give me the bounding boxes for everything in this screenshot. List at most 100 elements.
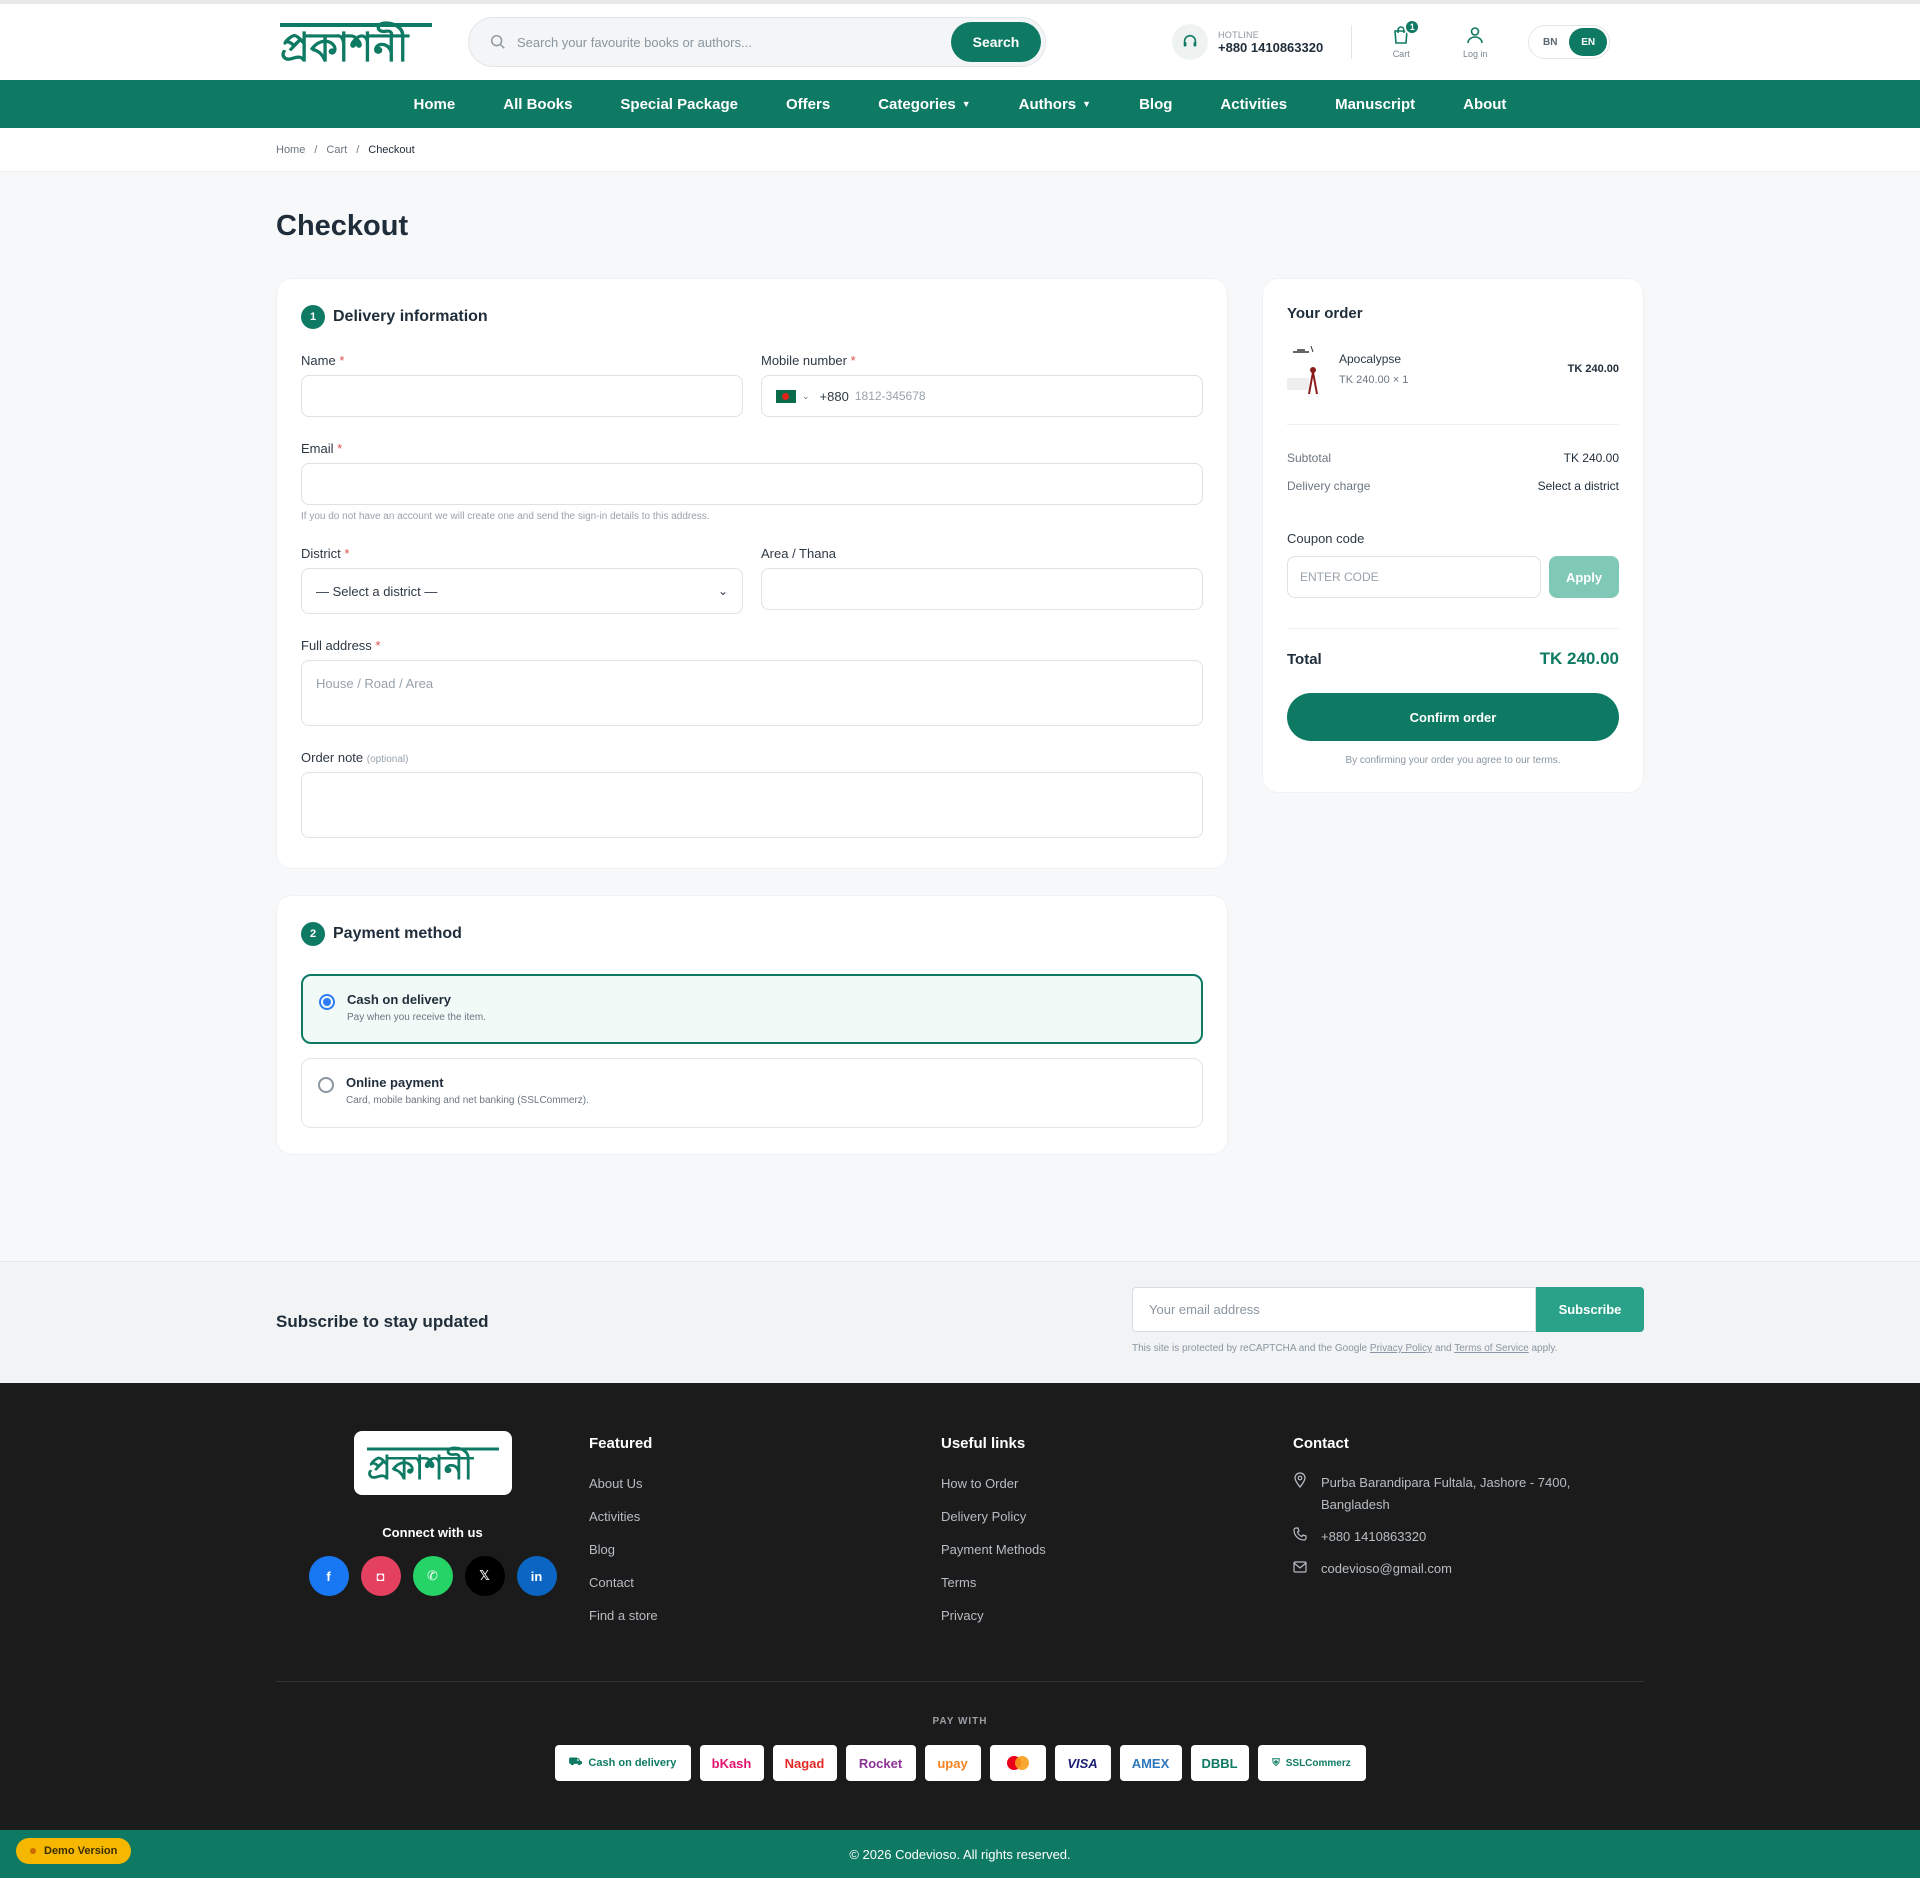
total-value: TK 240.00: [1539, 649, 1619, 668]
footer-link[interactable]: Payment Methods: [941, 1542, 1293, 1557]
chevron-down-icon: ▼: [1082, 99, 1092, 109]
hotline[interactable]: HOTLINE +880 1410863320: [1172, 24, 1323, 60]
payment-card: 2 Payment method Cash on delivery Pay whe…: [276, 895, 1228, 1155]
nav-special-package[interactable]: Special Package: [620, 96, 738, 113]
delivery-title: Delivery information: [333, 308, 488, 325]
address-field[interactable]: House / Road / Area: [301, 660, 1203, 726]
footer-link[interactable]: Terms: [941, 1575, 1293, 1590]
nav-blog[interactable]: Blog: [1139, 96, 1172, 113]
login-button[interactable]: Log in: [1450, 25, 1500, 59]
linkedin-icon[interactable]: in: [516, 1556, 557, 1596]
chevron-down-icon[interactable]: ⌄: [802, 391, 810, 402]
email-field[interactable]: [301, 463, 1203, 505]
subscribe-email-input[interactable]: Your email address: [1132, 1287, 1536, 1332]
svg-text:প্রকাশনী: প্রকাশনী: [367, 1446, 475, 1487]
search-button[interactable]: Search: [951, 22, 1041, 62]
terms-note: By confirming your order you agree to ou…: [1345, 755, 1561, 766]
headset-icon: [1172, 24, 1208, 60]
contact-phone[interactable]: +880 1410863320: [1293, 1526, 1613, 1548]
footer-link[interactable]: About Us: [589, 1476, 941, 1491]
subscribe-button[interactable]: Subscribe: [1536, 1287, 1644, 1332]
subtotal-value: TK 240.00: [1563, 451, 1619, 465]
footer-useful-title: Useful links: [941, 1435, 1026, 1452]
hotline-number: +880 1410863320: [1218, 39, 1324, 55]
divider: [276, 1681, 1644, 1682]
subtotal-label: Subtotal: [1287, 451, 1332, 465]
lang-en[interactable]: EN: [1569, 28, 1608, 56]
radio-unselected[interactable]: [318, 1077, 334, 1093]
demo-version-badge[interactable]: Demo Version: [16, 1838, 132, 1864]
contact-email[interactable]: codevioso@gmail.com: [1293, 1558, 1613, 1580]
x-icon[interactable]: 𝕏: [464, 1556, 505, 1596]
name-field[interactable]: [301, 375, 743, 417]
nav-about[interactable]: About: [1463, 96, 1506, 113]
footer-link[interactable]: Delivery Policy: [941, 1509, 1293, 1524]
step-number: 2: [301, 922, 325, 946]
nav-activities[interactable]: Activities: [1220, 96, 1287, 113]
privacy-policy-link[interactable]: Privacy Policy: [1370, 1343, 1432, 1354]
nav-manuscript[interactable]: Manuscript: [1335, 96, 1415, 113]
search-icon: [490, 34, 505, 49]
lang-bn[interactable]: BN: [1531, 28, 1569, 56]
subscribe-section: Subscribe to stay updated Your email add…: [0, 1261, 1920, 1383]
nav-home[interactable]: Home: [414, 96, 456, 113]
cart-count-badge: 1: [1404, 19, 1421, 35]
footer-link[interactable]: How to Order: [941, 1476, 1293, 1491]
pay-sslcommerz: ⛨ SSLCommerz: [1257, 1745, 1366, 1781]
subtotal-row: Subtotal TK 240.00: [1287, 451, 1619, 465]
breadcrumb-home[interactable]: Home: [276, 144, 305, 156]
truck-icon: ⛟: [568, 1756, 583, 1768]
order-title: Your order: [1287, 305, 1363, 322]
footer-link[interactable]: Find a store: [589, 1608, 941, 1623]
main-nav: Home All Books Special Package Offers Ca…: [0, 80, 1920, 128]
nav-all-books[interactable]: All Books: [503, 96, 572, 113]
search-input[interactable]: Search your favourite books or authors..…: [517, 35, 951, 50]
terms-of-service-link[interactable]: Terms of Service: [1454, 1343, 1528, 1354]
footer-link[interactable]: Contact: [589, 1575, 941, 1590]
nav-categories[interactable]: Categories ▼: [878, 96, 970, 113]
footer-featured: Featured About Us Activities Blog Contac…: [589, 1431, 941, 1681]
payment-option-cod[interactable]: Cash on delivery Pay when you receive th…: [301, 974, 1203, 1044]
location-pin-icon: [1293, 1472, 1315, 1516]
mobile-field[interactable]: ⌄ +880 1812-345678: [761, 375, 1203, 417]
svg-text:প্রকাশনী: প্রকাশনী: [280, 21, 410, 71]
pay-nagad: Nagad: [772, 1745, 837, 1781]
instagram-icon[interactable]: ◘: [360, 1556, 401, 1596]
nav-offers[interactable]: Offers: [786, 96, 830, 113]
search-bar[interactable]: Search your favourite books or authors..…: [468, 17, 1046, 67]
language-toggle[interactable]: BN EN: [1528, 25, 1611, 59]
district-label: District *: [301, 546, 350, 561]
apply-coupon-button[interactable]: Apply: [1549, 556, 1619, 598]
footer-logo[interactable]: প্রকাশনী: [353, 1431, 512, 1495]
item-name[interactable]: Apocalypse: [1339, 352, 1408, 366]
breadcrumb-separator: /: [356, 144, 360, 156]
footer-link[interactable]: Blog: [589, 1542, 941, 1557]
area-field[interactable]: [761, 568, 1203, 610]
mobile-country-code: +880: [819, 388, 849, 404]
footer-link[interactable]: Activities: [589, 1509, 941, 1524]
payment-option-online[interactable]: Online payment Card, mobile banking and …: [301, 1058, 1203, 1128]
facebook-icon[interactable]: f: [308, 1556, 349, 1596]
site-logo[interactable]: প্রকাশনী: [276, 9, 436, 75]
cart-button[interactable]: 1 Cart: [1376, 19, 1426, 59]
delivery-card: 1 Delivery information Name * Mobile numb…: [276, 278, 1228, 869]
confirm-order-button[interactable]: Confirm order: [1287, 693, 1619, 741]
delivery-charge-value: Select a district: [1537, 479, 1619, 493]
footer-link[interactable]: Privacy: [941, 1608, 1293, 1623]
book-thumbnail[interactable]: [1287, 342, 1323, 396]
coupon-input[interactable]: ENTER CODE: [1287, 556, 1541, 598]
breadcrumb: Home / Cart / Checkout: [0, 128, 1920, 172]
nav-authors[interactable]: Authors ▼: [1019, 96, 1091, 113]
bangladesh-flag-icon[interactable]: [776, 389, 796, 403]
logo-image: প্রকাশনী: [280, 21, 432, 71]
pay-visa: VISA: [1054, 1745, 1111, 1781]
breadcrumb-cart[interactable]: Cart: [326, 144, 347, 156]
payment-option-title: Cash on delivery: [347, 992, 452, 1007]
district-select[interactable]: — Select a district — ⌄: [301, 568, 743, 614]
divider: [1351, 25, 1353, 59]
order-note-field[interactable]: [301, 772, 1203, 838]
radio-selected[interactable]: [319, 994, 335, 1010]
whatsapp-icon[interactable]: ✆: [412, 1556, 453, 1596]
total-label: Total: [1287, 650, 1322, 668]
footer-featured-title: Featured: [589, 1435, 653, 1452]
